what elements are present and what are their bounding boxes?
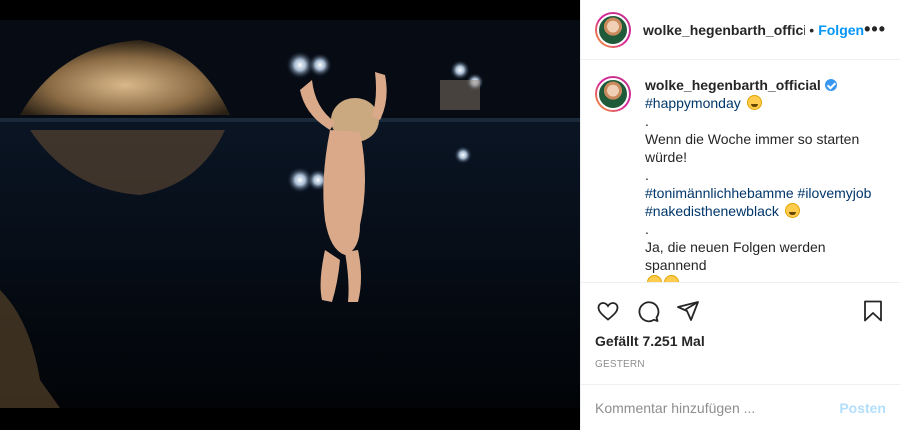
likes-count[interactable]: Gefällt 7.251 Mal	[595, 333, 886, 349]
share-icon[interactable]	[675, 298, 701, 324]
caption-username[interactable]: wolke_hegenbarth_official	[645, 76, 821, 94]
post-header: wolke_hegenbarth_officia • Folgen •••	[581, 0, 900, 61]
post-side-panel: wolke_hegenbarth_officia • Folgen ••• wo…	[580, 0, 900, 430]
post-caption: wolke_hegenbarth_official #happymonday .…	[645, 76, 886, 283]
hashtag-link[interactable]: #tonimännlichhebamme	[645, 185, 794, 201]
more-icon[interactable]: •••	[864, 19, 886, 40]
grinning-emoji-icon	[746, 95, 762, 111]
post-media[interactable]	[0, 0, 580, 430]
caption-avatar[interactable]	[595, 76, 631, 113]
caption-text: Wenn die Woche immer so starten würde!	[645, 131, 860, 166]
follow-button[interactable]: Folgen	[818, 22, 864, 38]
hashtag-link[interactable]: #ilovemyjob	[798, 185, 872, 201]
post-actions: Gefällt 7.251 Mal GESTERN	[581, 282, 900, 370]
caption-text: Ja, die neuen Folgen werden spannend	[645, 239, 826, 274]
add-comment-bar: Posten	[581, 384, 900, 430]
caption-dot: .	[645, 113, 649, 130]
caption-dot: .	[645, 167, 649, 184]
caption-dot: .	[645, 221, 649, 238]
heart-icon[interactable]	[595, 298, 621, 324]
avatar-image	[597, 13, 629, 46]
hashtag-link[interactable]: #happymonday	[645, 95, 741, 111]
post-date[interactable]: GESTERN	[595, 359, 886, 370]
header-separator: •	[809, 21, 815, 38]
post-comment-button[interactable]: Posten	[839, 400, 886, 416]
smiling-emoji-icon	[664, 275, 679, 283]
hashtag-link[interactable]: #nakedisthenewblack	[645, 203, 779, 219]
post-dialog: wolke_hegenbarth_officia • Folgen ••• wo…	[0, 0, 900, 430]
avatar-image	[597, 78, 629, 111]
comment-input[interactable]	[595, 399, 840, 416]
comments-area: wolke_hegenbarth_official #happymonday .…	[581, 60, 900, 283]
author-username[interactable]: wolke_hegenbarth_officia	[643, 22, 805, 38]
author-avatar[interactable]	[595, 11, 631, 48]
post-image[interactable]	[0, 20, 580, 408]
night-lake-photo	[0, 20, 580, 408]
verified-badge-icon	[824, 79, 837, 92]
grimacing-emoji-icon	[647, 275, 662, 283]
tongue-emoji-icon	[784, 203, 800, 219]
bookmark-icon[interactable]	[860, 298, 886, 324]
comment-icon[interactable]	[635, 298, 661, 324]
